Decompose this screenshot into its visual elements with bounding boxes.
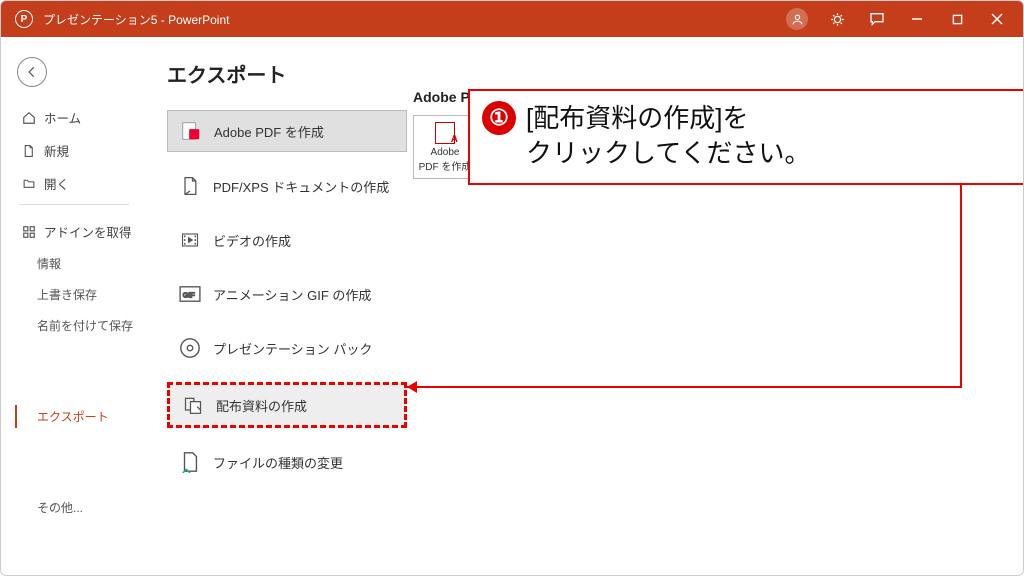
home-icon — [21, 110, 36, 125]
annotation-callout: ① [配布資料の作成]を クリックしてください。 — [468, 89, 1024, 185]
handout-icon — [182, 394, 204, 416]
powerpoint-window: P プレゼンテーション5 - PowerPoint ホーム 新規 開く — [0, 0, 1024, 576]
nav-saveas[interactable]: 名前を付けて保存 — [1, 310, 143, 341]
export-item-label: ファイルの種類の変更 — [213, 453, 343, 472]
pdf-icon — [180, 120, 202, 142]
nav-home[interactable]: ホーム — [1, 101, 143, 134]
svg-text:GIF: GIF — [183, 291, 196, 300]
export-item-label: ビデオの作成 — [213, 231, 291, 250]
export-item-label: アニメーション GIF の作成 — [213, 285, 371, 304]
export-item-label: PDF/XPS ドキュメントの作成 — [213, 177, 389, 196]
pdf-emblem-icon — [435, 122, 455, 144]
export-gif[interactable]: GIF アニメーション GIF の作成 — [167, 274, 407, 314]
close-button[interactable] — [977, 1, 1017, 37]
export-pdf-xps[interactable]: PDF/XPS ドキュメントの作成 — [167, 166, 407, 206]
nav-addins-label: アドインを取得 — [44, 222, 132, 241]
export-item-label: Adobe PDF を作成 — [214, 122, 324, 141]
nav-info[interactable]: 情報 — [1, 248, 143, 279]
gif-icon: GIF — [179, 283, 201, 305]
preview-tile-line2: PDF を作成 — [419, 158, 472, 173]
export-item-label: プレゼンテーション パック — [213, 339, 372, 358]
video-icon — [179, 229, 201, 251]
back-button[interactable] — [17, 57, 47, 87]
account-button[interactable] — [777, 1, 817, 37]
disc-icon — [179, 337, 201, 359]
annotation-arrow — [401, 167, 1024, 407]
nav-info-label: 情報 — [37, 255, 61, 272]
export-change-type[interactable]: ファイルの種類の変更 — [167, 442, 407, 482]
annotation-text: [配布資料の作成]を クリックしてください。 — [526, 101, 810, 171]
change-type-icon — [179, 451, 201, 473]
titlebar: P プレゼンテーション5 - PowerPoint — [1, 1, 1023, 37]
export-page: エクスポート Adobe PDF を作成 PDF/XPS ドキュメントの作成 ビ… — [143, 37, 1023, 575]
maximize-button[interactable] — [937, 1, 977, 37]
nav-saveas-label: 名前を付けて保存 — [37, 317, 133, 334]
nav-addins[interactable]: アドインを取得 — [1, 215, 143, 248]
export-video[interactable]: ビデオの作成 — [167, 220, 407, 260]
nav-open-label: 開く — [44, 174, 69, 193]
annotation-number-badge: ① — [482, 101, 516, 135]
feedback-button[interactable] — [857, 1, 897, 37]
window-title: プレゼンテーション5 - PowerPoint — [43, 11, 229, 28]
nav-save[interactable]: 上書き保存 — [1, 279, 143, 310]
coming-soon-button[interactable] — [817, 1, 857, 37]
nav-save-label: 上書き保存 — [37, 286, 97, 303]
export-package[interactable]: プレゼンテーション パック — [167, 328, 407, 368]
page-title: エクスポート — [167, 59, 999, 88]
nav-other-label: その他... — [37, 499, 83, 516]
nav-export[interactable]: エクスポート — [1, 401, 143, 432]
addin-icon — [21, 224, 36, 239]
export-item-label: 配布資料の作成 — [216, 396, 307, 415]
avatar-icon — [786, 8, 808, 30]
nav-new-label: 新規 — [44, 141, 69, 160]
nav-other[interactable]: その他... — [1, 492, 143, 523]
export-options-list: Adobe PDF を作成 PDF/XPS ドキュメントの作成 ビデオの作成 G… — [167, 110, 407, 482]
powerpoint-icon: P — [15, 10, 33, 28]
nav-home-label: ホーム — [44, 108, 81, 127]
folder-open-icon — [21, 176, 36, 191]
backstage-sidebar: ホーム 新規 開く アドインを取得 情報 上書き保存 名前を付けて保存 エクスポ… — [1, 37, 143, 575]
new-file-icon — [21, 143, 36, 158]
minimize-button[interactable] — [897, 1, 937, 37]
nav-export-label: エクスポート — [37, 408, 109, 425]
nav-open[interactable]: 開く — [1, 167, 143, 200]
nav-new[interactable]: 新規 — [1, 134, 143, 167]
export-handouts[interactable]: 配布資料の作成 — [167, 382, 407, 428]
document-icon — [179, 175, 201, 197]
preview-tile-line1: Adobe — [431, 147, 460, 158]
export-adobe-pdf[interactable]: Adobe PDF を作成 — [167, 110, 407, 152]
separator — [19, 204, 129, 205]
